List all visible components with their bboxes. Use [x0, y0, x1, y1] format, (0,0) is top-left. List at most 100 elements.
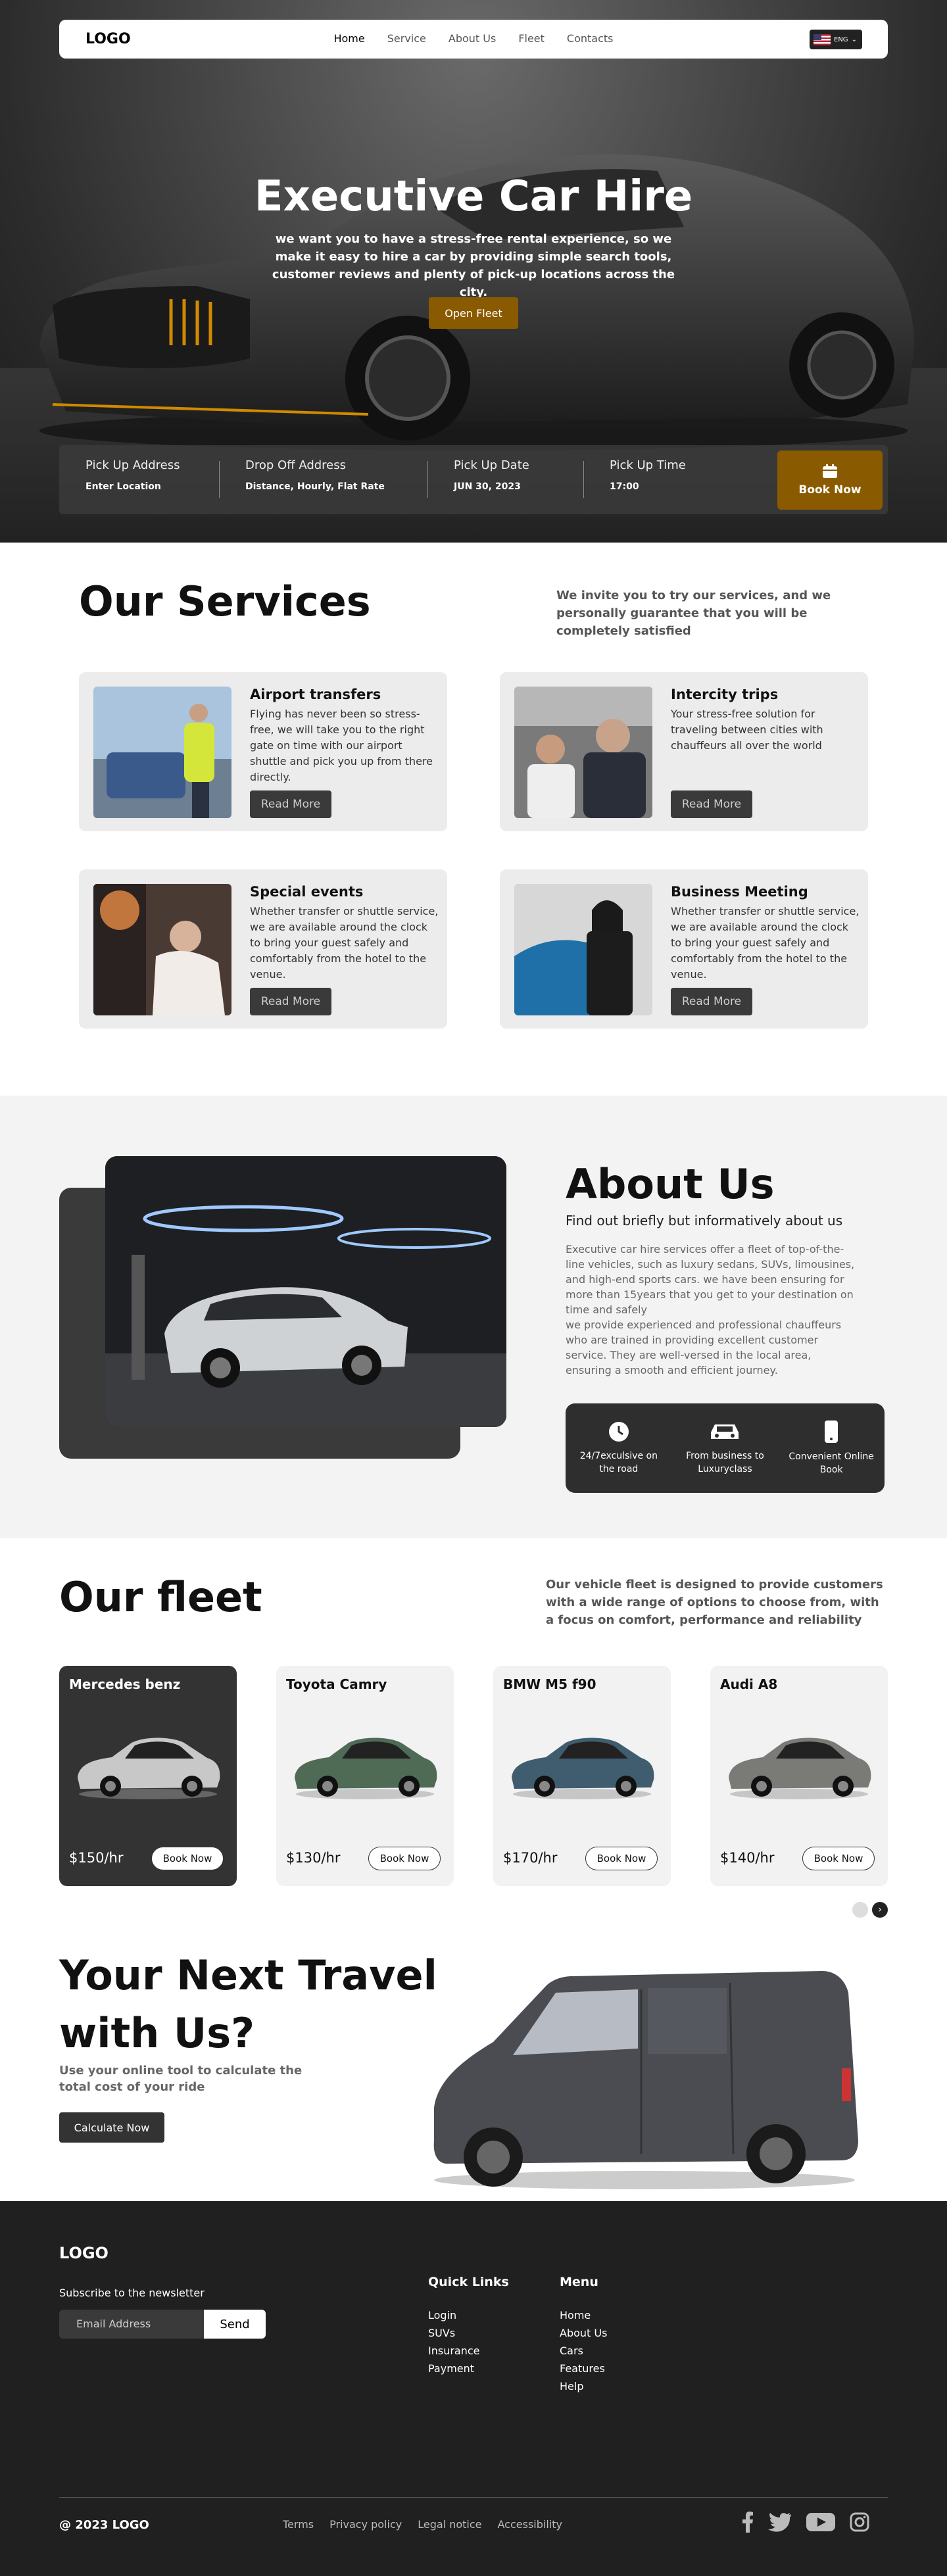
- fleet-book-now-button[interactable]: Book Now: [151, 1847, 224, 1870]
- dropoff-address-value: Distance, Hourly, Flat Rate: [245, 481, 385, 492]
- travel-description: Use your online tool to calculate the to…: [59, 2064, 303, 2094]
- legal-links: Terms Privacy policy Legal notice Access…: [283, 2518, 562, 2531]
- footer-logo[interactable]: LOGO: [59, 2244, 109, 2262]
- footer-link-about[interactable]: About Us: [560, 2324, 607, 2342]
- calculate-now-button[interactable]: Calculate Now: [59, 2112, 164, 2143]
- clock-icon: [608, 1422, 629, 1442]
- youtube-icon[interactable]: [806, 2512, 835, 2533]
- feature-247: 24/7exculsive on the road: [576, 1421, 662, 1476]
- pickup-address-field[interactable]: Pick Up Address Enter Location: [85, 458, 180, 492]
- carousel-next-button[interactable]: ›: [872, 1902, 888, 1918]
- about-section: About Us Find out briefly but informativ…: [0, 1096, 947, 1538]
- legal-link-accessibility[interactable]: Accessibility: [498, 2518, 562, 2531]
- pickup-time-label: Pick Up Time: [610, 458, 686, 472]
- fleet-card[interactable]: Toyota Camry $130/hr Book Now: [276, 1666, 454, 1886]
- fleet-card[interactable]: Audi A8 $140/hr Book Now: [710, 1666, 888, 1886]
- fleet-card[interactable]: Mercedes benz $150/hr Book Now: [59, 1666, 237, 1886]
- fleet-car-price: $150/hr: [69, 1850, 124, 1866]
- calendar-icon: [823, 464, 837, 478]
- service-card-intercity: Intercity trips Your stress-free solutio…: [500, 672, 868, 831]
- feature-online-book: Convenient Online Book: [789, 1420, 874, 1476]
- pickup-date-field[interactable]: Pick Up Date JUN 30, 2023: [454, 458, 529, 492]
- about-subtitle: Find out briefly but informatively about…: [566, 1213, 843, 1228]
- dropoff-address-field[interactable]: Drop Off Address Distance, Hourly, Flat …: [245, 458, 385, 492]
- fleet-car-price: $170/hr: [503, 1850, 558, 1866]
- hero-subtitle: we want you to have a stress-free rental…: [272, 232, 675, 299]
- footer-link-payment[interactable]: Payment: [428, 2360, 509, 2377]
- nav-link-home[interactable]: Home: [333, 32, 364, 45]
- service-card-events: Special events Whether transfer or shutt…: [79, 869, 447, 1029]
- language-selector[interactable]: ENG ⌄: [810, 30, 862, 49]
- car-icon: [711, 1424, 739, 1439]
- nav-link-fleet[interactable]: Fleet: [518, 32, 545, 45]
- read-more-button[interactable]: Read More: [250, 988, 331, 1015]
- legal-link-notice[interactable]: Legal notice: [418, 2518, 481, 2531]
- services-title: Our Services: [79, 577, 371, 625]
- travel-title: Your Next Travel with Us?: [59, 1951, 437, 2057]
- footer-link-home[interactable]: Home: [560, 2306, 607, 2324]
- read-more-button[interactable]: Read More: [250, 790, 331, 818]
- pickup-time-field[interactable]: Pick Up Time 17:00: [610, 458, 686, 492]
- service-title: Airport transfers: [250, 687, 381, 702]
- phone-icon: [825, 1421, 838, 1443]
- twitter-icon[interactable]: [768, 2512, 792, 2532]
- legal-link-terms[interactable]: Terms: [283, 2518, 314, 2531]
- fleet-car-name: Toyota Camry: [286, 1676, 387, 1692]
- menu-title: Menu: [560, 2275, 598, 2289]
- quick-links-title: Quick Links: [428, 2275, 509, 2289]
- footer-link-login[interactable]: Login: [428, 2306, 509, 2324]
- newsletter-email-input[interactable]: Email Address: [59, 2310, 204, 2339]
- van-image: [433, 1971, 858, 2189]
- footer-link-help[interactable]: Help: [560, 2377, 607, 2395]
- nav-link-about[interactable]: About Us: [449, 32, 496, 45]
- fleet-card[interactable]: BMW M5 f90 $170/hr Book Now: [493, 1666, 671, 1886]
- read-more-button[interactable]: Read More: [671, 790, 752, 818]
- legal-link-privacy[interactable]: Privacy policy: [329, 2518, 402, 2531]
- book-now-button[interactable]: Book Now: [777, 450, 883, 510]
- intercity-trip-image: [514, 687, 652, 818]
- fleet-book-now-button[interactable]: Book Now: [802, 1847, 875, 1870]
- pickup-address-value: Enter Location: [85, 481, 161, 492]
- footer: LOGO Subscribe to the newsletter Email A…: [0, 2201, 947, 2576]
- pickup-date-value: JUN 30, 2023: [454, 481, 521, 492]
- about-text: Executive car hire services offer a flee…: [566, 1243, 855, 1376]
- fleet-book-now-button[interactable]: Book Now: [585, 1847, 658, 1870]
- copyright: @ 2023 LOGO: [59, 2518, 149, 2532]
- special-events-image: [93, 884, 231, 1015]
- carousel-prev-button[interactable]: [852, 1902, 868, 1918]
- fleet-car-price: $140/hr: [720, 1850, 775, 1866]
- service-card-business: Business Meeting Whether transfer or shu…: [500, 869, 868, 1029]
- pickup-address-label: Pick Up Address: [85, 458, 180, 472]
- read-more-button[interactable]: Read More: [671, 988, 752, 1015]
- business-meeting-image: [514, 884, 652, 1015]
- fleet-car-image: [729, 1738, 871, 1799]
- fleet-car-image: [78, 1738, 220, 1799]
- chevron-down-icon: ⌄: [851, 36, 857, 43]
- fleet-car-image: [295, 1738, 437, 1799]
- nav-link-contacts[interactable]: Contacts: [567, 32, 614, 45]
- fleet-book-now-button[interactable]: Book Now: [368, 1847, 441, 1870]
- chevron-right-icon: ›: [878, 1905, 882, 1915]
- language-label: ENG: [834, 36, 848, 43]
- feature-label: From business to Luxuryclass: [686, 1451, 764, 1474]
- footer-link-insurance[interactable]: Insurance: [428, 2342, 509, 2360]
- fleet-car-name: Audi A8: [720, 1676, 778, 1692]
- footer-link-cars[interactable]: Cars: [560, 2342, 607, 2360]
- footer-link-features[interactable]: Features: [560, 2360, 607, 2377]
- service-card-airport: Airport transfers Flying has never been …: [79, 672, 447, 831]
- nav-link-service[interactable]: Service: [387, 32, 426, 45]
- facebook-icon[interactable]: [742, 2512, 754, 2533]
- footer-link-suvs[interactable]: SUVs: [428, 2324, 509, 2342]
- service-text: Flying has never been so stress-free, we…: [250, 708, 433, 783]
- service-title: Special events: [250, 884, 364, 900]
- service-title: Business Meeting: [671, 884, 808, 900]
- open-fleet-button[interactable]: Open Fleet: [429, 297, 518, 329]
- newsletter-send-button[interactable]: Send: [204, 2310, 266, 2339]
- us-flag-icon: [813, 34, 831, 45]
- instagram-icon[interactable]: [850, 2512, 869, 2532]
- feature-label: 24/7exculsive on the road: [579, 1451, 658, 1474]
- fleet-car-price: $130/hr: [286, 1850, 341, 1866]
- hero-section: LOGO Home Service About Us Fleet Contact…: [0, 0, 947, 543]
- pickup-time-value: 17:00: [610, 481, 639, 492]
- fleet-car-image: [512, 1738, 654, 1799]
